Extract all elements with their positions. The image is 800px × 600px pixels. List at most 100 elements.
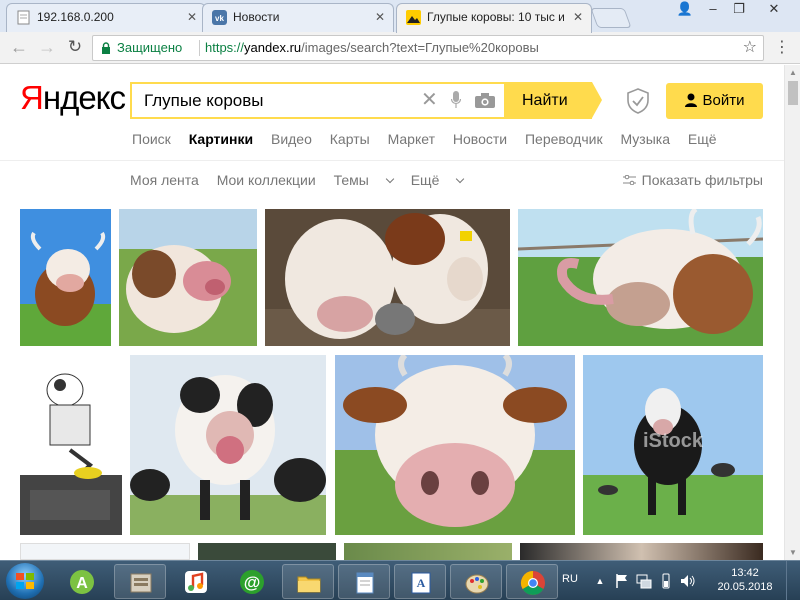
search-form: Глупые коровы ✕ Найти [130,82,602,119]
back-arrow-icon[interactable]: ← [8,36,30,58]
image-result[interactable] [119,209,257,346]
image-result[interactable] [20,543,190,560]
image-result[interactable] [518,209,763,346]
image-result[interactable]: iStock [583,355,763,535]
tab-title: Глупые коровы: 10 тыс и [427,10,565,24]
clock-time: 13:42 [731,567,759,579]
new-tab-button[interactable] [590,8,632,28]
taskbar-app-explorer[interactable] [114,564,166,599]
image-result[interactable] [265,209,510,346]
image-result[interactable] [20,355,122,535]
my-collections-link[interactable]: Мои коллекции [217,172,316,188]
close-window-icon[interactable]: ✕ [752,0,796,20]
cow-photo [20,209,111,346]
windows-logo-icon [16,573,34,589]
services-nav: Поиск Картинки Видео Карты Маркет Новост… [132,131,731,147]
shield-icon[interactable] [626,88,650,114]
taskbar-app-wordpad[interactable]: A [394,564,446,599]
service-images[interactable]: Картинки [189,131,253,147]
taskbar-app-music[interactable] [170,564,222,599]
reload-icon[interactable]: ↻ [64,36,86,58]
url-path: /images/search?text=Глупые%20коровы [301,40,539,55]
image-result[interactable] [198,543,336,560]
user-profile-icon[interactable]: 👤 [672,0,698,20]
tab-close-icon[interactable]: ✕ [375,4,385,30]
cow-photo: iStock [583,355,763,535]
lock-icon [102,42,110,54]
scroll-thumb[interactable] [788,81,798,105]
image-result[interactable] [20,209,111,346]
service-video[interactable]: Видео [271,131,312,147]
yandex-logo[interactable]: Яндекс [20,79,126,117]
browser-tab-2[interactable]: vk Новости ✕ [202,3,394,32]
forward-arrow-icon[interactable]: → [36,36,58,58]
cow-photo [265,209,510,346]
service-music[interactable]: Музыка [620,131,670,147]
image-result[interactable] [130,355,326,535]
svg-text:vk: vk [215,14,224,23]
page-content: Яндекс Глупые коровы ✕ Найти Войти Поиск… [0,65,784,560]
tray-expand-icon[interactable]: ▲ [592,573,608,589]
cow-photo [335,355,575,535]
taskbar-app-notepad[interactable] [338,564,390,599]
service-more[interactable]: Ещё [688,131,717,147]
camera-search-icon[interactable] [475,93,495,108]
bookmark-star-icon[interactable]: ☆ [743,36,757,60]
address-bar[interactable]: Защищено https://yandex.ru/images/search… [92,35,764,61]
more-dropdown[interactable]: Ещё [411,172,465,188]
mail-ru-agent-icon: @ [240,570,264,594]
url-host: yandex.ru [244,40,302,55]
logo-rest: ндекс [42,79,126,116]
my-feed-link[interactable]: Моя лента [130,172,199,188]
search-button[interactable]: Найти [504,82,602,119]
svg-text:@: @ [244,573,261,592]
service-search[interactable]: Поиск [132,131,171,147]
power-icon[interactable] [658,573,674,589]
login-label: Войти [702,92,745,109]
flag-icon[interactable] [614,573,630,589]
clock[interactable]: 13:42 20.05.2018 [710,566,780,594]
scroll-up-arrow-icon[interactable]: ▲ [788,68,798,77]
service-translate[interactable]: Переводчик [525,131,603,147]
taskbar-app-chrome[interactable] [506,564,558,599]
browser-menu-icon[interactable]: ⋮ [774,37,790,57]
tab-close-icon[interactable]: ✕ [187,4,197,30]
login-button[interactable]: Войти [666,83,763,119]
taskbar-app-folder[interactable] [282,564,334,599]
show-desktop-button[interactable] [786,561,800,600]
show-filters-button[interactable]: Показать фильтры [622,172,763,188]
topics-dropdown[interactable]: Темы [334,172,395,188]
service-news[interactable]: Новости [453,131,507,147]
image-result[interactable] [520,543,763,560]
start-button[interactable] [6,563,44,599]
svg-text:A: A [76,575,88,592]
network-icon[interactable] [636,573,652,589]
page-scrollbar[interactable]: ▲ ▼ [784,65,800,560]
volume-icon[interactable] [680,573,696,589]
show-filters-label: Показать фильтры [641,172,763,188]
microphone-icon[interactable] [451,91,461,109]
chevron-down-icon [456,174,465,184]
chrome-icon [520,571,545,596]
image-result[interactable] [335,355,575,535]
clear-icon[interactable]: ✕ [421,90,438,110]
browser-tab-1[interactable]: 192.168.0.200 ✕ [6,3,206,32]
scroll-down-arrow-icon[interactable]: ▼ [788,548,798,557]
maximize-icon[interactable]: ❐ [726,0,752,20]
search-input[interactable]: Глупые коровы [130,82,506,119]
url-text[interactable]: https://yandex.ru/images/search?text=Глу… [205,36,539,60]
tab-title: Новости [233,10,280,24]
browser-tab-active[interactable]: Глупые коровы: 10 тыс и ✕ [396,3,592,33]
taskbar-app-mail-agent[interactable]: @ [226,564,278,599]
taskbar-app-android[interactable]: A [56,564,108,599]
windows-explorer-icon [130,573,152,593]
image-result[interactable] [344,543,512,560]
images-subnav: Моя лента Мои коллекции Темы Ещё [130,172,477,188]
minimize-icon[interactable]: – [700,0,726,20]
language-indicator[interactable]: RU [562,573,578,585]
service-maps[interactable]: Карты [330,131,370,147]
taskbar-app-paint[interactable] [450,564,502,599]
service-market[interactable]: Маркет [388,131,435,147]
notepad-icon [356,572,374,594]
tab-close-icon[interactable]: ✕ [573,4,583,30]
